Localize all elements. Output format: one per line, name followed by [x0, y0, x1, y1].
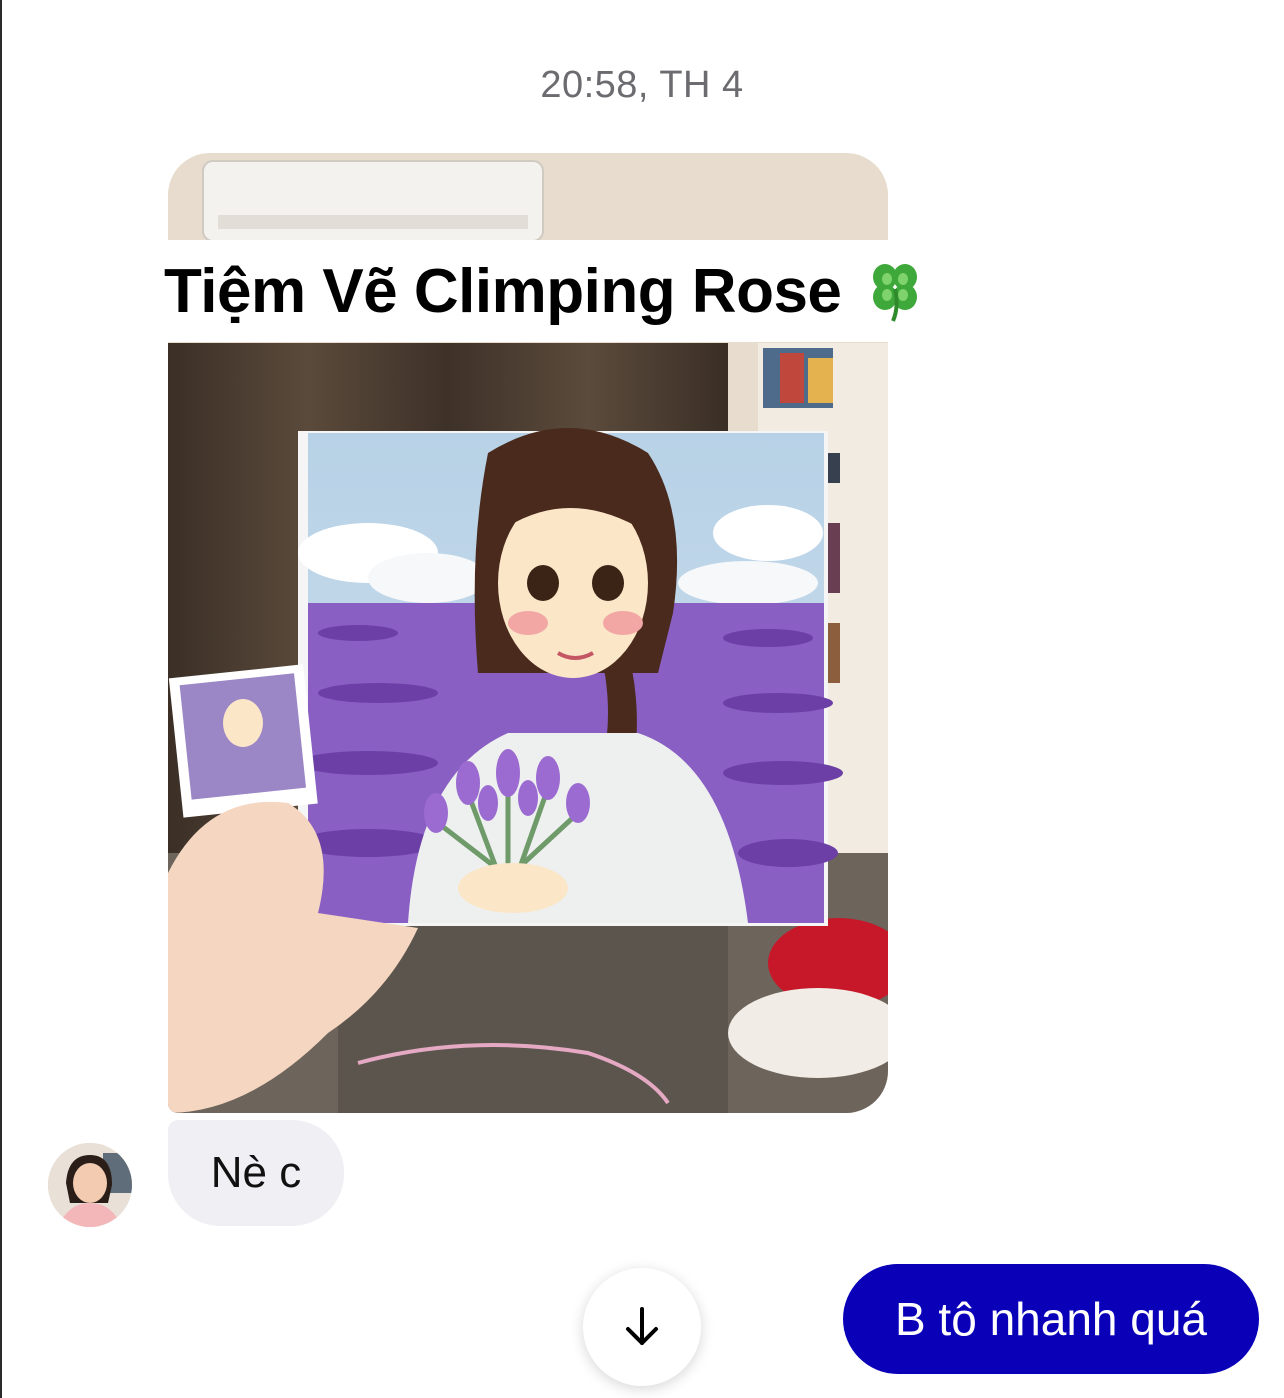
window-border — [0, 0, 2, 1398]
scroll-to-bottom-button[interactable] — [583, 1268, 701, 1386]
incoming-message-bubble[interactable]: Nè c — [168, 1120, 344, 1226]
photo-caption-overlay: Tiệm Vẽ Climping Rose — [150, 240, 1020, 342]
outgoing-message-bubble[interactable]: B tô nhanh quá — [843, 1264, 1259, 1374]
sender-avatar[interactable] — [48, 1143, 132, 1227]
message-timestamp: 20:58, TH 4 — [540, 64, 744, 106]
avatar-image — [48, 1143, 132, 1227]
arrow-down-icon — [626, 1307, 658, 1345]
photo-caption-text: Tiệm Vẽ Climping Rose — [164, 256, 842, 326]
four-leaf-clover-icon — [873, 264, 918, 322]
